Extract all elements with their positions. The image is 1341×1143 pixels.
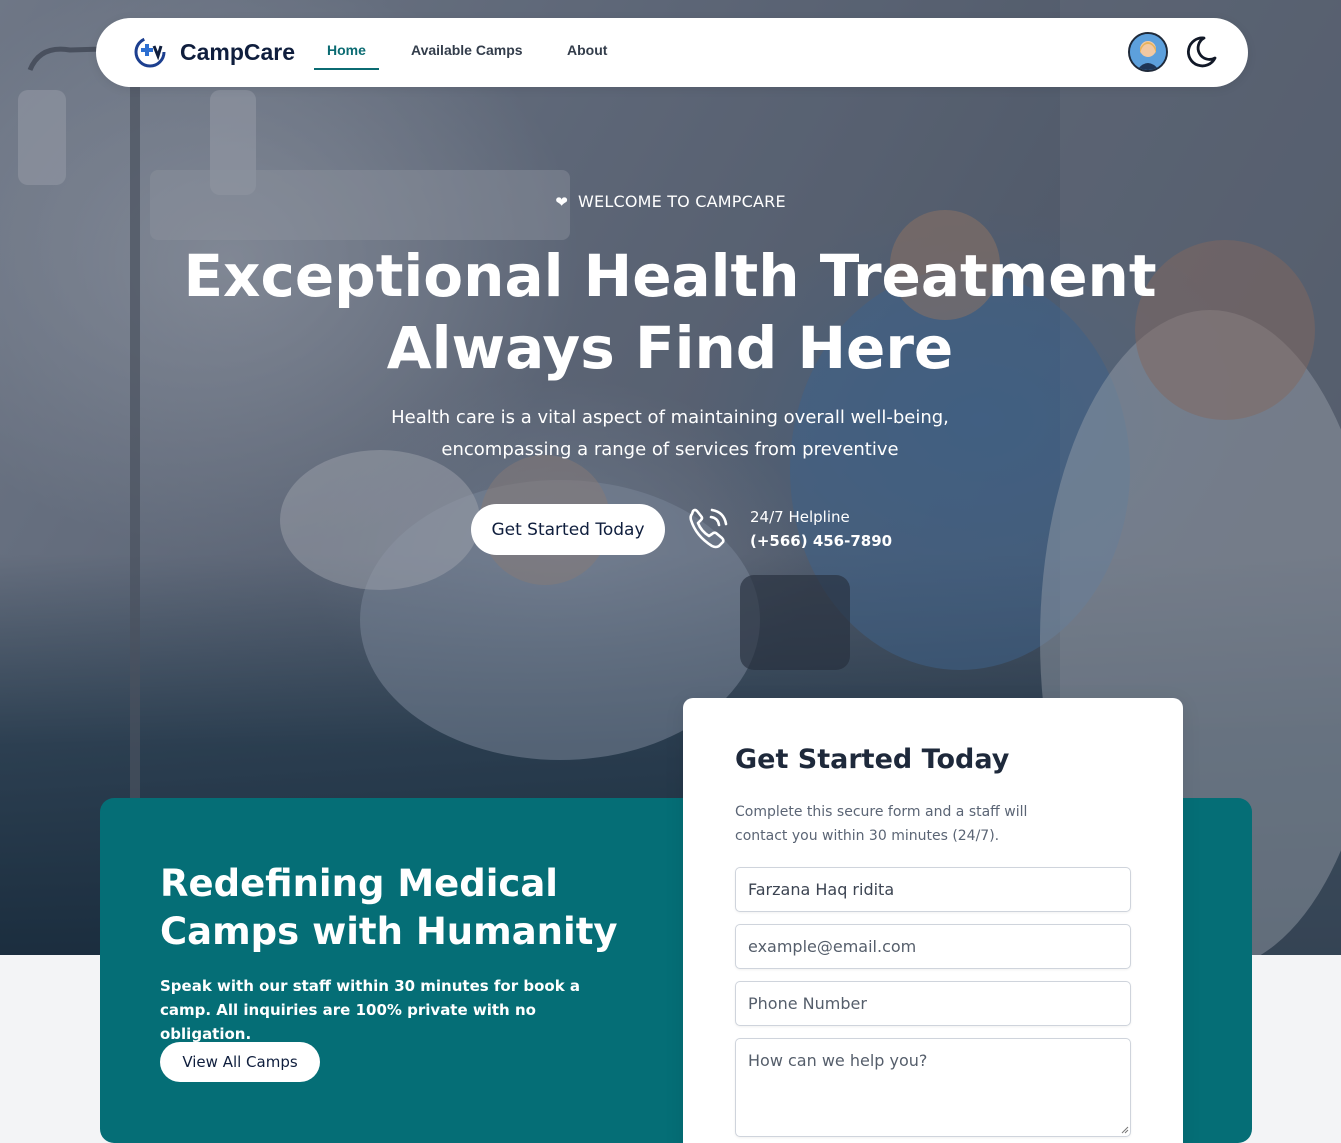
hero-eyebrow: ❤ WELCOME TO CAMPCARE [0, 192, 1341, 211]
nav-available-camps[interactable]: Available Camps [411, 42, 523, 58]
hero-headline-line1: Exceptional Health Treatment [183, 242, 1157, 310]
nav-active-indicator [314, 68, 379, 70]
user-avatar[interactable] [1128, 32, 1168, 72]
phone-call-icon [689, 508, 728, 549]
moon-icon[interactable] [1182, 34, 1218, 70]
medical-cross-logo-icon [134, 36, 166, 68]
get-started-button[interactable]: Get Started Today [471, 504, 665, 555]
heart-pulse-icon: ❤ [555, 193, 568, 211]
hero-headline-line2: Always Find Here [386, 314, 954, 382]
brand-name: CampCare [180, 38, 296, 65]
message-field[interactable] [735, 1038, 1131, 1137]
resize-handle-icon[interactable] [1121, 1126, 1129, 1134]
nav-home[interactable]: Home [327, 42, 366, 58]
top-navbar: CampCare Home Available Camps About [96, 18, 1248, 87]
phone-field[interactable] [735, 981, 1131, 1026]
form-title: Get Started Today [735, 744, 1010, 775]
hero-subtext-line1: Health care is a vital aspect of maintai… [391, 407, 949, 428]
view-all-camps-button[interactable]: View All Camps [160, 1042, 320, 1082]
name-field[interactable] [735, 867, 1131, 912]
email-field[interactable] [735, 924, 1131, 969]
contact-form-card: Get Started Today Complete this secure f… [683, 698, 1183, 1143]
helpline-label: 24/7 Helpline [750, 508, 850, 526]
brand-logo[interactable]: CampCare [132, 34, 295, 70]
nav-about[interactable]: About [567, 42, 607, 58]
form-description: Complete this secure form and a staff wi… [735, 804, 1028, 844]
promo-text: Speak with our staff within 30 minutes f… [160, 977, 581, 1043]
hero-subtext-line2: encompassing a range of services from pr… [441, 439, 899, 460]
helpline-number[interactable]: (+566) 456-7890 [750, 532, 892, 550]
promo-title: Redefining Medical Camps with Humanity [160, 862, 618, 953]
avatar-person-icon [1130, 34, 1166, 70]
hero-subtext: Health care is a vital aspect of maintai… [360, 402, 980, 466]
hero-headline: Exceptional Health Treatment Always Find… [170, 240, 1170, 384]
hero-eyebrow-text: WELCOME TO CAMPCARE [578, 192, 786, 211]
